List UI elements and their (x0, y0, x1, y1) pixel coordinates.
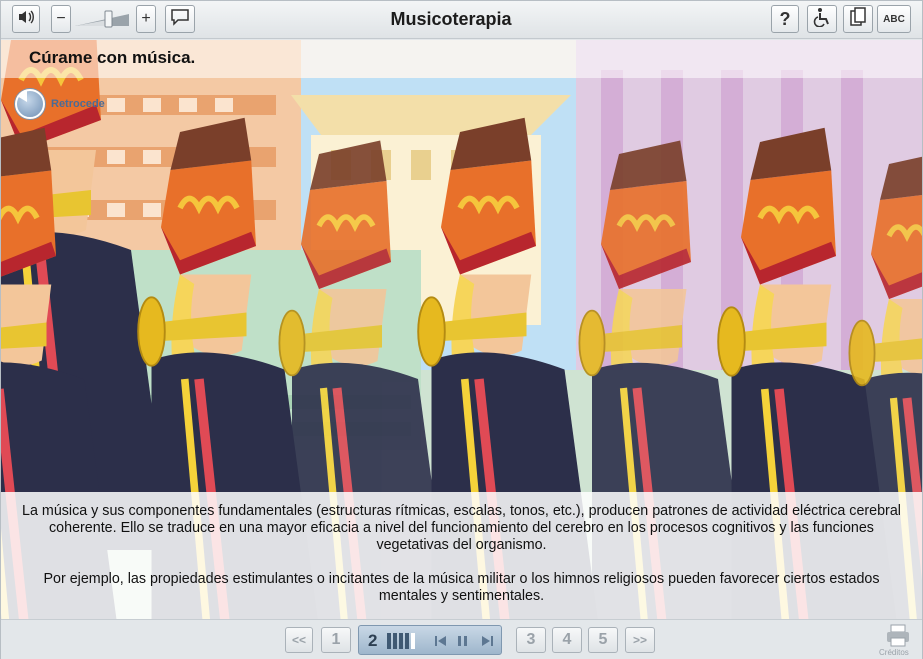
volume-up-button[interactable]: + (136, 5, 156, 33)
print-icon[interactable] (885, 624, 911, 648)
page-5-label: 5 (598, 631, 608, 648)
minus-label: − (56, 10, 66, 27)
page-subtitle: Cúrame con música. (29, 48, 196, 67)
paragraph-2: Por ejemplo, las propiedades estimulante… (43, 571, 880, 604)
progress-step (405, 633, 409, 649)
page-1-label: 1 (331, 631, 341, 648)
help-button[interactable]: ? (771, 5, 799, 33)
last-page-button[interactable]: >> (625, 627, 655, 653)
top-toolbar: − + Musicoterapia ? ABC (1, 1, 922, 39)
progress-step-current (411, 633, 415, 649)
caption-button[interactable] (165, 5, 195, 33)
content-stage: Cúrame con música. Retrocede La música y… (1, 40, 922, 619)
speech-bubble-icon (170, 8, 190, 31)
page-4-label: 4 (562, 631, 572, 648)
page-3-label: 3 (526, 631, 536, 648)
progress-step (393, 633, 397, 649)
progress-step (387, 633, 391, 649)
copy-icon (850, 6, 866, 32)
step-forward-icon[interactable] (480, 634, 494, 651)
app-window: − + Musicoterapia ? ABC Cúrame con músic… (0, 0, 923, 659)
page-5-button[interactable]: 5 (588, 627, 618, 653)
first-label: << (291, 633, 306, 647)
help-label: ? (779, 8, 791, 29)
progress-bars (387, 633, 415, 649)
first-page-button[interactable]: << (285, 627, 313, 653)
bottom-navigation: << 1 2 3 4 5 >> Créditos (1, 619, 922, 659)
copy-button[interactable] (843, 5, 873, 33)
page-3-button[interactable]: 3 (516, 627, 546, 653)
credits-link[interactable]: Créditos (879, 648, 909, 657)
page-4-button[interactable]: 4 (552, 627, 582, 653)
progress-step (399, 633, 403, 649)
wheelchair-icon (813, 7, 831, 32)
paragraph-1: La música y sus componentes fundamentale… (22, 503, 901, 553)
app-title: Musicoterapia (390, 9, 512, 29)
volume-button[interactable] (12, 5, 40, 33)
current-page-indicator: 2 (358, 625, 502, 655)
abc-label: ABC (883, 13, 905, 25)
back-arrow-icon (15, 89, 45, 119)
page-1-button[interactable]: 1 (321, 627, 351, 653)
last-label: >> (632, 633, 647, 647)
current-page-number: 2 (368, 631, 378, 650)
body-text-panel: La música y sus componentes fundamentale… (1, 492, 922, 619)
pause-icon[interactable] (457, 634, 469, 651)
text-button[interactable]: ABC (877, 5, 911, 33)
volume-down-button[interactable]: − (51, 5, 71, 33)
speaker-icon (17, 9, 35, 30)
step-back-icon[interactable] (434, 634, 448, 651)
accessibility-button[interactable] (807, 5, 837, 33)
back-label: Retrocede (51, 98, 105, 110)
plus-label: + (141, 10, 151, 27)
volume-slider[interactable] (75, 10, 131, 28)
back-button[interactable]: Retrocede (15, 89, 105, 119)
